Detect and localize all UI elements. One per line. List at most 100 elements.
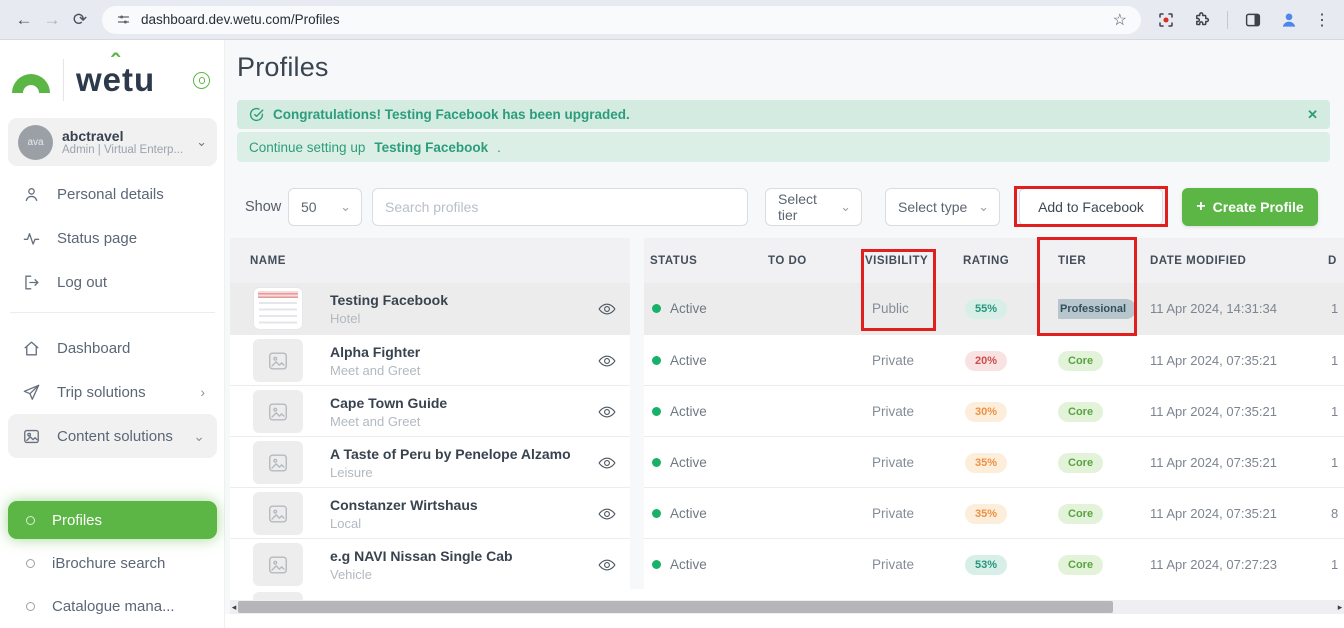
tier-cell: Core: [1058, 402, 1150, 422]
plus-icon: +: [1196, 198, 1205, 216]
scrollbar-thumb[interactable]: [238, 601, 1113, 613]
profile-type: Leisure: [330, 465, 570, 480]
name-cell: e.g NAVI Nissan Single Cab Vehicle: [230, 539, 630, 590]
tier-cell: Core: [1058, 504, 1150, 524]
status-label: Active: [670, 455, 707, 470]
sidebar-item-label: Dashboard: [57, 340, 130, 357]
content-submenu: Profiles iBrochure search Catalogue mana…: [8, 498, 217, 628]
profile-name-block: A Taste of Peru by Penelope Alzamora Lei…: [330, 446, 630, 480]
preview-eye-icon[interactable]: [598, 352, 616, 370]
sidebar-item-profiles[interactable]: Profiles: [8, 501, 217, 539]
circle-bullet-icon: [26, 559, 35, 568]
tier-select[interactable]: Select tier ⌄: [765, 188, 862, 226]
profile-name: Testing Facebook: [330, 292, 448, 308]
tab-capture-icon[interactable]: [1155, 9, 1177, 31]
table-row[interactable]: A Taste of Peru by Penelope Alzamora Lei…: [230, 436, 1344, 487]
scroll-left-icon[interactable]: ◂: [230, 600, 238, 614]
sidebar-item-dashboard[interactable]: Dashboard: [8, 326, 217, 370]
sidebar-item-label: Log out: [57, 274, 107, 291]
partial-next-row: [230, 589, 1344, 600]
browser-profile-icon[interactable]: [1278, 9, 1300, 31]
status-label: Active: [670, 353, 707, 368]
circle-bullet-icon: [26, 602, 35, 611]
scroll-right-icon[interactable]: ▸: [1336, 600, 1344, 614]
sidebar-item-ibrochure-search[interactable]: iBrochure search: [8, 542, 217, 585]
column-header-status[interactable]: STATUS: [630, 255, 768, 267]
site-settings-icon[interactable]: [116, 12, 131, 27]
back-icon[interactable]: ←: [10, 6, 38, 34]
url-text[interactable]: dashboard.dev.wetu.com/Profiles: [141, 12, 1103, 27]
type-select[interactable]: Select type ⌄: [885, 188, 1000, 226]
setup-banner-link[interactable]: Testing Facebook: [374, 140, 488, 155]
table-row[interactable]: Cape Town Guide Meet and Greet Active Pr…: [230, 385, 1344, 436]
partial-thumbnail: [253, 592, 303, 600]
column-header-date-modified[interactable]: DATE MODIFIED: [1150, 255, 1328, 267]
chevron-down-icon: ⌄: [978, 199, 989, 215]
check-circle-icon: [249, 107, 264, 122]
setup-banner: Continue setting up Testing Facebook.: [237, 132, 1330, 162]
tier-badge: Core: [1058, 402, 1103, 422]
column-header-name[interactable]: NAME: [230, 255, 630, 267]
rating-badge: 35%: [965, 504, 1007, 524]
screen: ← → ⟳ dashboard.dev.wetu.com/Profiles ☆: [0, 0, 1344, 628]
date-modified-cell: 11 Apr 2024, 07:35:21: [1150, 353, 1328, 368]
type-select-value: Select type: [898, 199, 967, 215]
horizontal-scrollbar[interactable]: ◂ ▸: [230, 600, 1344, 614]
filter-bar: Show 50 ⌄ Search profiles Select tier ⌄ …: [225, 188, 1344, 226]
sidebar-item-trip-solutions[interactable]: Trip solutions ›: [8, 370, 217, 414]
url-bar[interactable]: dashboard.dev.wetu.com/Profiles ☆: [102, 6, 1141, 34]
sidebar-item-catalogue-management[interactable]: Catalogue mana...: [8, 585, 217, 628]
page-title: Profiles: [237, 52, 329, 83]
profile-thumbnail: [253, 441, 303, 484]
preview-eye-icon[interactable]: [598, 403, 616, 421]
create-profile-button[interactable]: + Create Profile: [1182, 188, 1318, 226]
success-banner: Congratulations! Testing Facebook has be…: [237, 100, 1330, 129]
account-switcher[interactable]: ava abctravel Admin | Virtual Enterp... …: [8, 118, 217, 166]
page-size-select[interactable]: 50 ⌄: [288, 188, 362, 226]
date-modified-cell: 11 Apr 2024, 14:31:34: [1150, 301, 1328, 316]
preview-eye-icon[interactable]: [598, 300, 616, 318]
image-placeholder-icon: [267, 452, 289, 474]
thumbnail-lines: [259, 302, 297, 325]
search-input[interactable]: Search profiles: [372, 188, 748, 226]
reload-icon[interactable]: ⟳: [66, 6, 94, 34]
forward-icon[interactable]: →: [38, 6, 66, 34]
bookmark-star-icon[interactable]: ☆: [1113, 10, 1127, 30]
rating-badge: 20%: [965, 351, 1007, 371]
table-row[interactable]: Constanzer Wirtshaus Local Active Privat…: [230, 487, 1344, 538]
sidebar-item-label: Profiles: [52, 512, 102, 529]
active-status-dot: [652, 304, 661, 313]
rating-badge: 35%: [965, 453, 1007, 473]
table-row[interactable]: e.g NAVI Nissan Single Cab Vehicle Activ…: [230, 538, 1344, 589]
preview-eye-icon[interactable]: [598, 505, 616, 523]
status-cell: Active: [630, 557, 768, 572]
side-panel-icon[interactable]: [1242, 9, 1264, 31]
clipped-cell: 1: [1328, 455, 1344, 470]
date-modified-cell: 11 Apr 2024, 07:35:21: [1150, 455, 1328, 470]
account-role: Admin | Virtual Enterp...: [62, 144, 187, 156]
preview-eye-icon[interactable]: [598, 556, 616, 574]
table-header: NAME STATUS TO DO VISIBILITY RATING TIER…: [230, 238, 1344, 283]
profile-name-block: Constanzer Wirtshaus Local: [330, 497, 538, 531]
sidebar-item-content-solutions[interactable]: Content solutions ⌄: [8, 414, 217, 458]
active-status-dot: [652, 356, 661, 365]
name-cell: Cape Town Guide Meet and Greet: [230, 386, 630, 437]
sidebar-item-label: Personal details: [57, 186, 164, 203]
thumbnail-image: [258, 291, 298, 298]
profile-type: Local: [330, 516, 478, 531]
column-header-todo[interactable]: TO DO: [768, 255, 865, 267]
extensions-puzzle-icon[interactable]: [1191, 9, 1213, 31]
sidebar-item-log-out[interactable]: Log out: [8, 260, 217, 304]
close-icon[interactable]: ✕: [1307, 107, 1318, 123]
table-row[interactable]: Alpha Fighter Meet and Greet Active Priv…: [230, 334, 1344, 385]
sidebar-collapse-icon[interactable]: [193, 72, 210, 89]
sidebar-item-label: Content solutions: [57, 428, 173, 445]
preview-eye-icon[interactable]: [598, 454, 616, 472]
browser-menu-icon[interactable]: ⋮: [1314, 10, 1330, 30]
profile-type: Vehicle: [330, 567, 513, 582]
name-cell: A Taste of Peru by Penelope Alzamora Lei…: [230, 437, 630, 488]
sidebar-item-label: iBrochure search: [52, 555, 165, 572]
table-row[interactable]: Testing Facebook Hotel Active Public 55%…: [230, 283, 1344, 334]
sidebar-item-personal-details[interactable]: Personal details: [8, 172, 217, 216]
sidebar-item-status-page[interactable]: Status page: [8, 216, 217, 260]
